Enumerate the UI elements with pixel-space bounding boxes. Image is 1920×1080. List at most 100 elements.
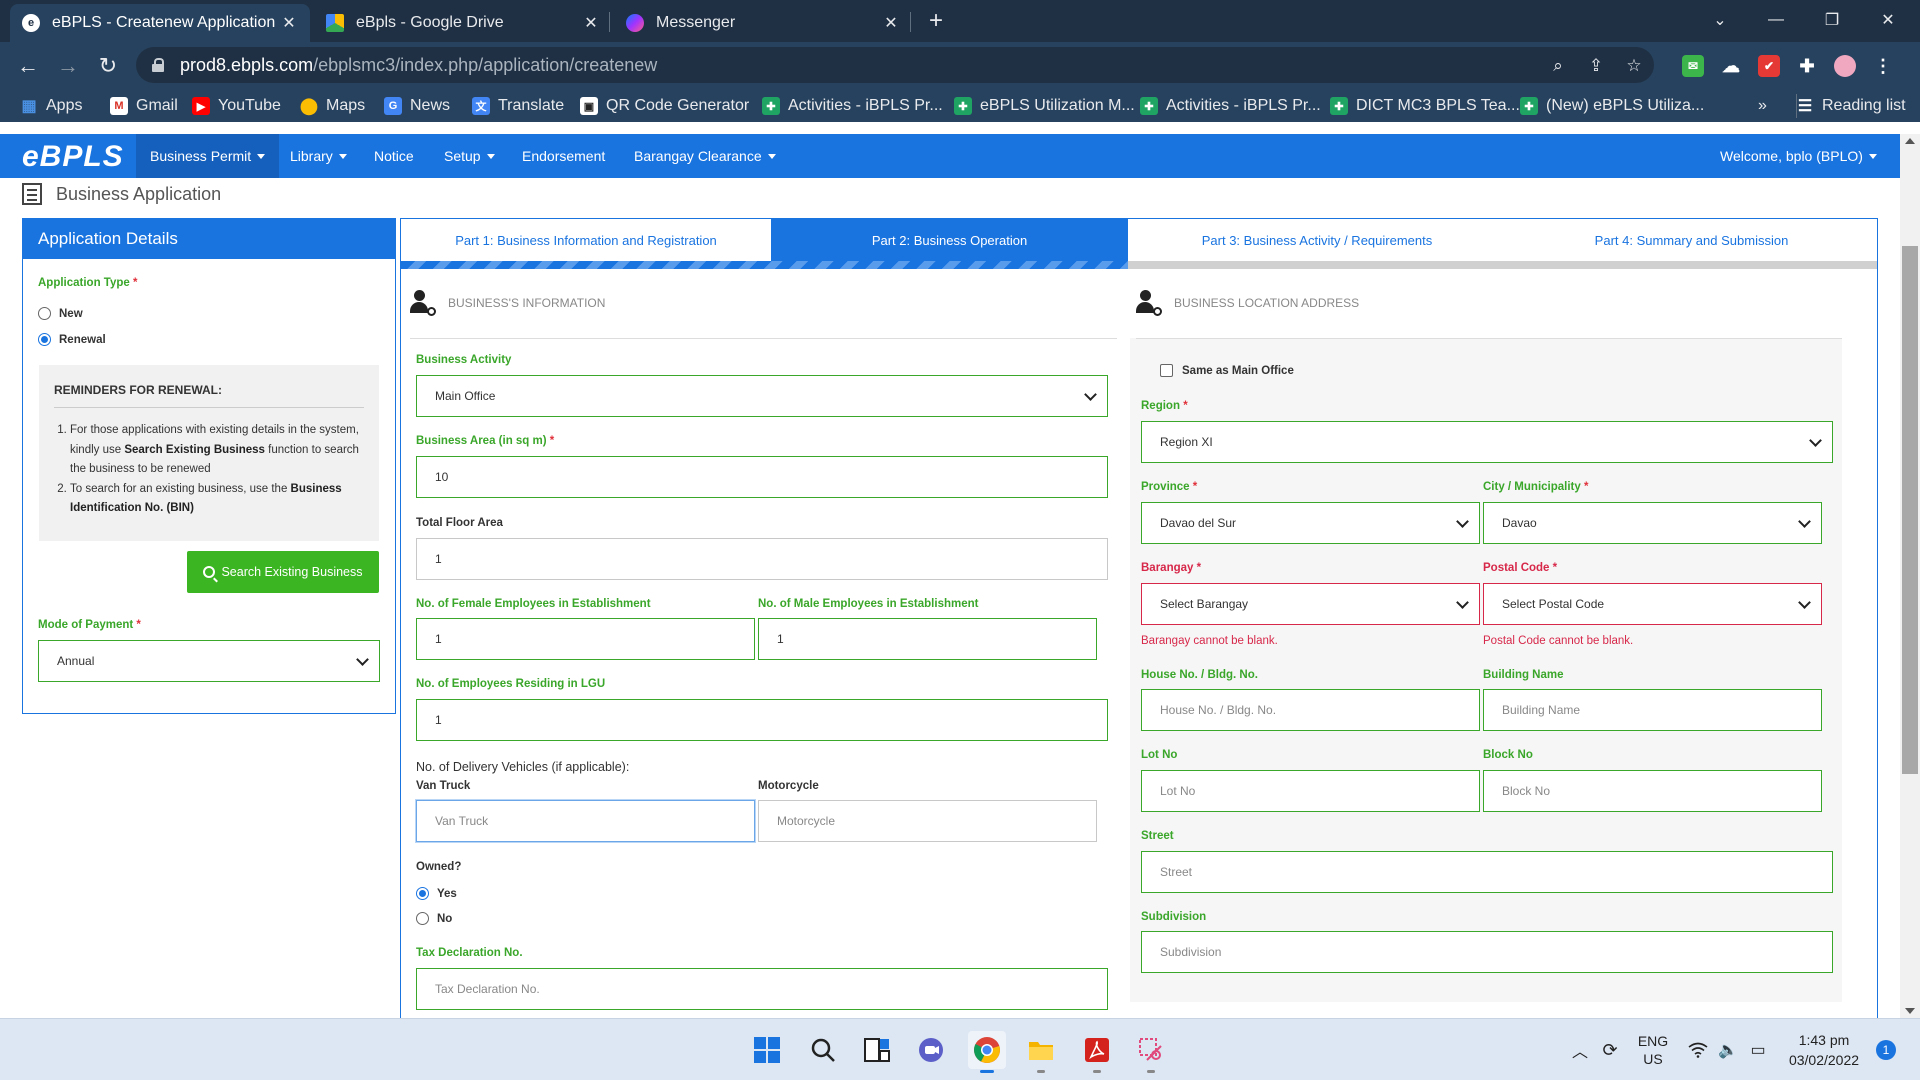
address-bar[interactable]: prod8.ebpls.com/ebplsmc3/index.php/appli… <box>136 47 1654 83</box>
battery-icon[interactable]: ▭ <box>1744 1019 1772 1080</box>
extension-shield-icon[interactable]: ✔ <box>1758 55 1780 77</box>
more-bookmarks-button[interactable]: » <box>1758 94 1767 118</box>
nav-notice[interactable]: Notice <box>360 134 428 178</box>
block-no-input[interactable]: Block No <box>1483 770 1822 812</box>
extensions-puzzle-icon[interactable]: ✚ <box>1796 55 1818 77</box>
reading-list-button[interactable]: ☰ Reading list <box>1796 94 1906 118</box>
bookmark-ebpls-utilization[interactable]: ✚ eBPLS Utilization M... <box>954 94 1135 118</box>
radio-renewal[interactable]: Renewal <box>38 333 106 346</box>
maximize-button[interactable]: ❐ <box>1804 0 1860 40</box>
search-icon[interactable] <box>804 1031 842 1069</box>
share-icon[interactable]: ⇪ <box>1586 56 1606 76</box>
close-tab-icon[interactable]: ✕ <box>582 13 600 33</box>
page-scrollbar[interactable] <box>1900 134 1920 1018</box>
tab-messenger[interactable]: Messenger ✕ <box>614 4 912 42</box>
radio-circle[interactable] <box>38 333 51 346</box>
radio-owned-no[interactable]: No <box>416 912 452 925</box>
step-part-4[interactable]: Part 4: Summary and Submission <box>1506 219 1877 261</box>
total-floor-area-input[interactable]: 1 <box>416 538 1108 580</box>
bookmark-youtube[interactable]: ▶ YouTube <box>192 94 281 118</box>
forward-icon[interactable]: → <box>52 50 84 82</box>
minimize-button[interactable]: — <box>1748 0 1804 40</box>
bookmark-gmail[interactable]: M Gmail <box>110 94 178 118</box>
nav-business-permit[interactable]: Business Permit <box>136 134 280 178</box>
checkbox-box[interactable] <box>1160 364 1173 377</box>
nav-barangay-clearance[interactable]: Barangay Clearance <box>620 134 790 178</box>
tax-declaration-input[interactable]: Tax Declaration No. <box>416 968 1108 1010</box>
street-input[interactable]: Street <box>1141 851 1833 893</box>
step-part-2[interactable]: Part 2: Business Operation <box>771 219 1128 261</box>
new-tab-button[interactable]: + <box>922 8 950 36</box>
subdivision-input[interactable]: Subdivision <box>1141 931 1833 973</box>
bookmark-star-icon[interactable]: ☆ <box>1624 56 1644 76</box>
employees-in-lgu-input[interactable]: 1 <box>416 699 1108 741</box>
sync-icon[interactable]: ⟳ <box>1596 1019 1624 1080</box>
postal-code-select[interactable]: Select Postal Code <box>1483 583 1822 625</box>
bookmark-maps[interactable]: ⬤ Maps <box>300 94 365 118</box>
close-tab-icon[interactable]: ✕ <box>280 13 298 33</box>
clock[interactable]: 1:43 pm 03/02/2022 <box>1776 1019 1872 1080</box>
house-no-input[interactable]: House No. / Bldg. No. <box>1141 689 1480 731</box>
nav-setup[interactable]: Setup <box>430 134 509 178</box>
city-municipality-select[interactable]: Davao <box>1483 502 1822 544</box>
radio-circle[interactable] <box>38 307 51 320</box>
bookmark-dict-mc3[interactable]: ✚ DICT MC3 BPLS Tea... <box>1330 94 1520 118</box>
bookmark-news[interactable]: G News <box>384 94 450 118</box>
bookmark-new-ebpls-utilization[interactable]: ✚ (New) eBPLS Utiliza... <box>1520 94 1704 118</box>
reload-icon[interactable]: ↻ <box>92 50 124 82</box>
lock-icon[interactable] <box>152 58 166 72</box>
notification-badge[interactable]: 1 <box>1876 1040 1896 1060</box>
chrome-icon[interactable] <box>968 1031 1006 1073</box>
motorcycle-input[interactable]: Motorcycle <box>758 800 1097 842</box>
bookmark-translate[interactable]: 文 Translate <box>472 94 564 118</box>
close-tab-icon[interactable]: ✕ <box>882 13 900 33</box>
show-hidden-icons-chevron-icon[interactable]: ︿ <box>1566 1019 1594 1080</box>
bookmark-qr-code-generator[interactable]: ▣ QR Code Generator <box>580 94 749 118</box>
tab-ebpls-createnew[interactable]: e eBPLS - Createnew Application ✕ <box>10 4 310 42</box>
task-view-icon[interactable] <box>858 1031 896 1069</box>
zoom-search-icon[interactable]: ⌕ <box>1548 56 1568 76</box>
nav-endorsement[interactable]: Endorsement <box>508 134 619 178</box>
snipping-tool-icon[interactable] <box>1132 1031 1170 1073</box>
ebpls-logo[interactable]: eBPLS <box>22 140 124 174</box>
windows-start-icon[interactable] <box>748 1031 786 1069</box>
bookmark-activities-2[interactable]: ✚ Activities - iBPLS Pr... <box>1140 94 1321 118</box>
chrome-menu-icon[interactable]: ⋮ <box>1872 55 1894 77</box>
search-existing-business-button[interactable]: Search Existing Business <box>187 551 379 593</box>
wifi-icon[interactable] <box>1684 1019 1712 1080</box>
radio-circle[interactable] <box>416 912 429 925</box>
acrobat-icon[interactable] <box>1078 1031 1116 1073</box>
user-menu[interactable]: Welcome, bplo (BPLO) <box>1706 134 1891 178</box>
extension-cloud-icon[interactable]: ☁ <box>1720 55 1742 77</box>
radio-owned-yes[interactable]: Yes <box>416 887 457 900</box>
language-indicator[interactable]: ENG US <box>1628 1019 1678 1080</box>
volume-icon[interactable]: 🔈 <box>1714 1019 1742 1080</box>
female-employees-input[interactable]: 1 <box>416 618 755 660</box>
barangay-select[interactable]: Select Barangay <box>1141 583 1480 625</box>
van-truck-input[interactable]: Van Truck <box>416 800 755 842</box>
same-as-main-office-checkbox[interactable]: Same as Main Office <box>1160 364 1294 377</box>
profile-avatar[interactable] <box>1834 55 1856 77</box>
radio-circle[interactable] <box>416 887 429 900</box>
tab-google-drive[interactable]: eBpls - Google Drive ✕ <box>314 4 612 42</box>
scrollbar-thumb[interactable] <box>1902 246 1918 774</box>
back-icon[interactable]: ← <box>12 50 44 82</box>
step-part-1[interactable]: Part 1: Business Information and Registr… <box>401 219 771 261</box>
bookmark-apps[interactable]: ▦ Apps <box>20 94 82 118</box>
bookmark-activities-1[interactable]: ✚ Activities - iBPLS Pr... <box>762 94 943 118</box>
business-area-input[interactable]: 10 <box>416 456 1108 498</box>
building-name-input[interactable]: Building Name <box>1483 689 1822 731</box>
province-select[interactable]: Davao del Sur <box>1141 502 1480 544</box>
nav-library[interactable]: Library <box>276 134 361 178</box>
region-select[interactable]: Region XI <box>1141 421 1833 463</box>
tab-search-icon[interactable]: ⌄ <box>1692 0 1748 40</box>
teams-chat-icon[interactable] <box>912 1031 950 1069</box>
extension-mail-icon[interactable]: ✉ <box>1682 55 1704 77</box>
mode-of-payment-select[interactable]: Annual <box>38 640 380 682</box>
scroll-down-icon[interactable] <box>1905 1008 1915 1014</box>
male-employees-input[interactable]: 1 <box>758 618 1097 660</box>
file-explorer-icon[interactable] <box>1022 1031 1060 1073</box>
lot-no-input[interactable]: Lot No <box>1141 770 1480 812</box>
step-part-3[interactable]: Part 3: Business Activity / Requirements <box>1128 219 1506 261</box>
radio-new[interactable]: New <box>38 307 83 320</box>
